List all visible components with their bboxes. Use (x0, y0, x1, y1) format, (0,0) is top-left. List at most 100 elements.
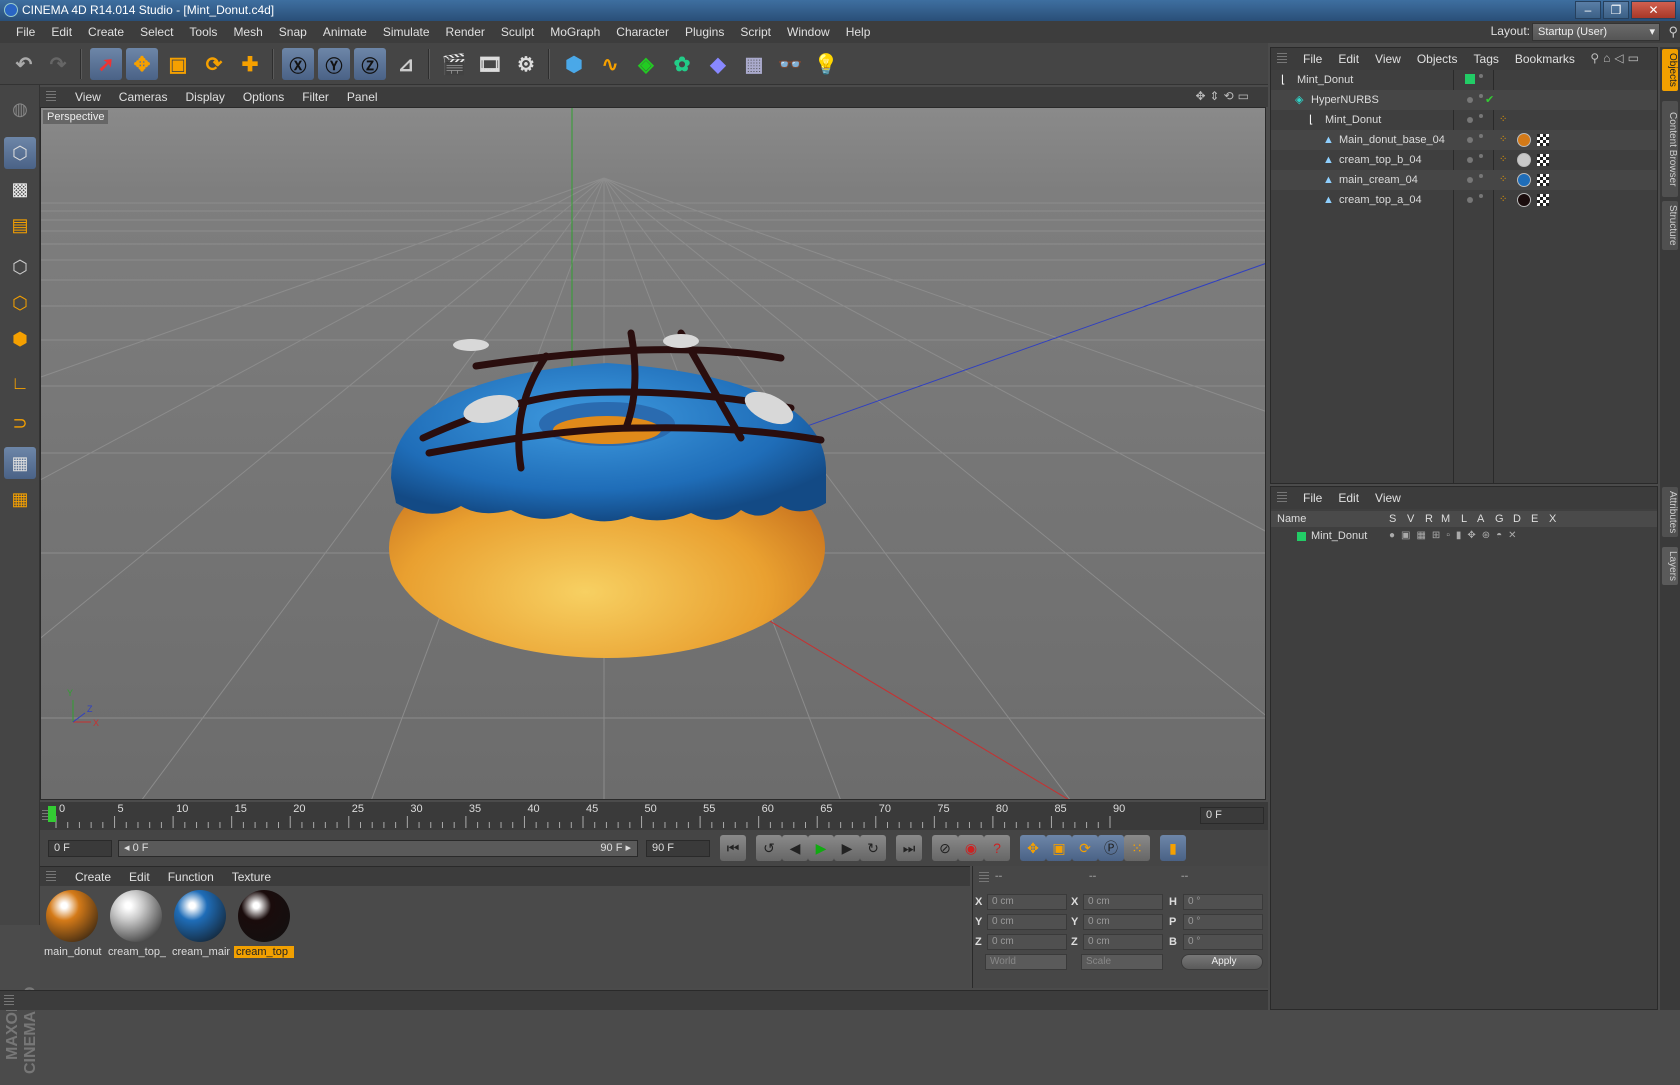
menu-file[interactable]: File (8, 25, 43, 39)
object-name[interactable]: Mint_Donut (1325, 110, 1381, 130)
visibility-dot[interactable] (1467, 117, 1473, 123)
coordinate-system-icon[interactable]: ⊿ (390, 48, 422, 80)
render-dot[interactable] (1479, 74, 1483, 78)
object-menu-bookmarks[interactable]: Bookmarks (1507, 52, 1583, 66)
visibility-dot[interactable] (1467, 157, 1473, 163)
apply-button[interactable]: Apply (1181, 954, 1263, 970)
object-row[interactable]: ⌊ Mint_Donut (1271, 70, 1657, 90)
live-selection-icon[interactable]: ➚ (90, 48, 122, 80)
key-parameter-icon[interactable]: Ⓟ (1098, 835, 1124, 861)
layer-color-swatch[interactable] (1465, 74, 1475, 84)
key-position-icon[interactable]: ✥ (1020, 835, 1046, 861)
menu-edit[interactable]: Edit (43, 25, 80, 39)
layer-col-locked[interactable]: L (1461, 511, 1467, 527)
undo-icon[interactable]: ↶ (8, 48, 40, 80)
menu-animate[interactable]: Animate (315, 25, 375, 39)
viewport-menu-display[interactable]: Display (176, 90, 233, 104)
move-icon[interactable]: ✥ (126, 48, 158, 80)
render-dot[interactable] (1479, 174, 1483, 178)
tab-attributes[interactable]: Attributes (1662, 487, 1678, 538)
object-row[interactable]: ⌊ Mint_Donut ⁘ (1271, 110, 1657, 130)
nurbs-icon[interactable]: ◈ (630, 48, 662, 80)
play-icon[interactable]: ▶ (808, 835, 834, 861)
texture-tag-icon[interactable] (1537, 174, 1549, 186)
keyframe-selection-icon[interactable]: ? (984, 835, 1010, 861)
points-mode-icon[interactable]: ⬡ (4, 251, 36, 283)
light-icon[interactable]: 💡 (810, 48, 842, 80)
layer-menu-view[interactable]: View (1367, 491, 1409, 505)
render-dot[interactable] (1479, 134, 1483, 138)
start-frame-field[interactable]: 0 F (48, 840, 112, 857)
material-swatch[interactable]: main_donut (42, 888, 102, 960)
visibility-dot[interactable] (1467, 177, 1473, 183)
layer-col-visible[interactable]: V (1407, 511, 1414, 527)
material-swatch-selected[interactable]: cream_top (234, 888, 294, 960)
object-menu-file[interactable]: File (1295, 52, 1330, 66)
material-tag-icon[interactable] (1517, 173, 1531, 187)
phong-tag-icon[interactable]: ⁘ (1499, 150, 1507, 170)
edges-mode-icon[interactable]: ⬡ (4, 287, 36, 319)
y-axis-lock-icon[interactable]: Ⓨ (318, 48, 350, 80)
layer-col-render[interactable]: R (1425, 511, 1433, 527)
rotation-p-field[interactable]: 0 ° (1183, 914, 1263, 930)
size-z-field[interactable]: 0 cm (1083, 934, 1163, 950)
z-axis-lock-icon[interactable]: Ⓩ (354, 48, 386, 80)
object-name[interactable]: cream_top_b_04 (1339, 150, 1422, 170)
layer-col-animation[interactable]: A (1477, 511, 1484, 527)
key-rotation-icon[interactable]: ⟳ (1072, 835, 1098, 861)
visibility-dot[interactable] (1467, 137, 1473, 143)
axis-mode-icon[interactable]: ∟ (4, 367, 36, 399)
scale-dropdown[interactable]: Scale (1081, 954, 1163, 970)
phong-tag-icon[interactable]: ⁘ (1499, 130, 1507, 150)
world-dropdown[interactable]: World (985, 954, 1067, 970)
polygons-mode-icon[interactable]: ⬢ (4, 323, 36, 355)
texture-tag-icon[interactable] (1537, 194, 1549, 206)
menu-mesh[interactable]: Mesh (225, 25, 270, 39)
menu-select[interactable]: Select (132, 25, 181, 39)
texture-tag-icon[interactable] (1537, 154, 1549, 166)
object-menu-tags[interactable]: Tags (1466, 52, 1507, 66)
timeline-ruler[interactable] (50, 802, 1200, 830)
layer-toggle-icons[interactable]: ●▣▦⊞▫▮✥⊛◓✕ (1389, 527, 1523, 545)
visibility-dot[interactable] (1467, 197, 1473, 203)
previous-frame-icon[interactable]: ◀ (782, 835, 808, 861)
tab-layers[interactable]: Layers (1662, 547, 1678, 586)
object-menu-edit[interactable]: Edit (1330, 52, 1367, 66)
layer-col-manager[interactable]: M (1441, 511, 1450, 527)
position-x-field[interactable]: 0 cm (987, 894, 1067, 910)
render-view-icon[interactable]: 🎬 (438, 48, 470, 80)
previous-key-icon[interactable]: ↺ (756, 835, 782, 861)
object-row[interactable]: ▲ Main_donut_base_04 ⁘ (1271, 130, 1657, 150)
make-editable-icon[interactable]: ◍ (4, 93, 36, 125)
menu-window[interactable]: Window (779, 25, 838, 39)
end-frame-field[interactable]: 90 F (646, 840, 710, 857)
model-mode-icon[interactable]: ⬡ (4, 137, 36, 169)
layer-row[interactable]: Mint_Donut ●▣▦⊞▫▮✥⊛◓✕ (1271, 527, 1657, 545)
menu-mograph[interactable]: MoGraph (542, 25, 608, 39)
viewport-menu-cameras[interactable]: Cameras (110, 90, 177, 104)
object-manager-nav-icons[interactable]: ⚲⌂◁▭ (1582, 51, 1651, 65)
position-z-field[interactable]: 0 cm (987, 934, 1067, 950)
menu-tools[interactable]: Tools (181, 25, 225, 39)
record-keys-icon[interactable]: ⊘ (932, 835, 958, 861)
add-icon[interactable]: ✚ (234, 48, 266, 80)
object-name[interactable]: Mint_Donut (1297, 70, 1353, 90)
go-to-start-icon[interactable]: ⏮ (720, 835, 746, 861)
render-settings-icon[interactable]: ⚙ (510, 48, 542, 80)
render-dot[interactable] (1479, 114, 1483, 118)
maximize-button[interactable]: ❐ (1603, 1, 1629, 19)
scale-icon[interactable]: ▣ (162, 48, 194, 80)
locked-workplane-icon[interactable]: ▦ (4, 483, 36, 515)
spline-icon[interactable]: ∿ (594, 48, 626, 80)
timeline-window-icon[interactable]: ▮ (1160, 835, 1186, 861)
menu-plugins[interactable]: Plugins (677, 25, 732, 39)
object-name[interactable]: HyperNURBS (1311, 90, 1379, 110)
layer-col-deformers[interactable]: D (1513, 511, 1521, 527)
snap-magnet-icon[interactable]: ⊃ (4, 407, 36, 439)
redo-icon[interactable]: ↷ (42, 48, 74, 80)
object-row[interactable]: ▲ main_cream_04 ⁘ (1271, 170, 1657, 190)
viewport-nav-icons[interactable]: ✥⇕⟲▭ (1186, 89, 1262, 103)
texture-tag-icon[interactable] (1537, 134, 1549, 146)
scene-icon[interactable]: ▦ (738, 48, 770, 80)
layer-menu-edit[interactable]: Edit (1330, 491, 1367, 505)
